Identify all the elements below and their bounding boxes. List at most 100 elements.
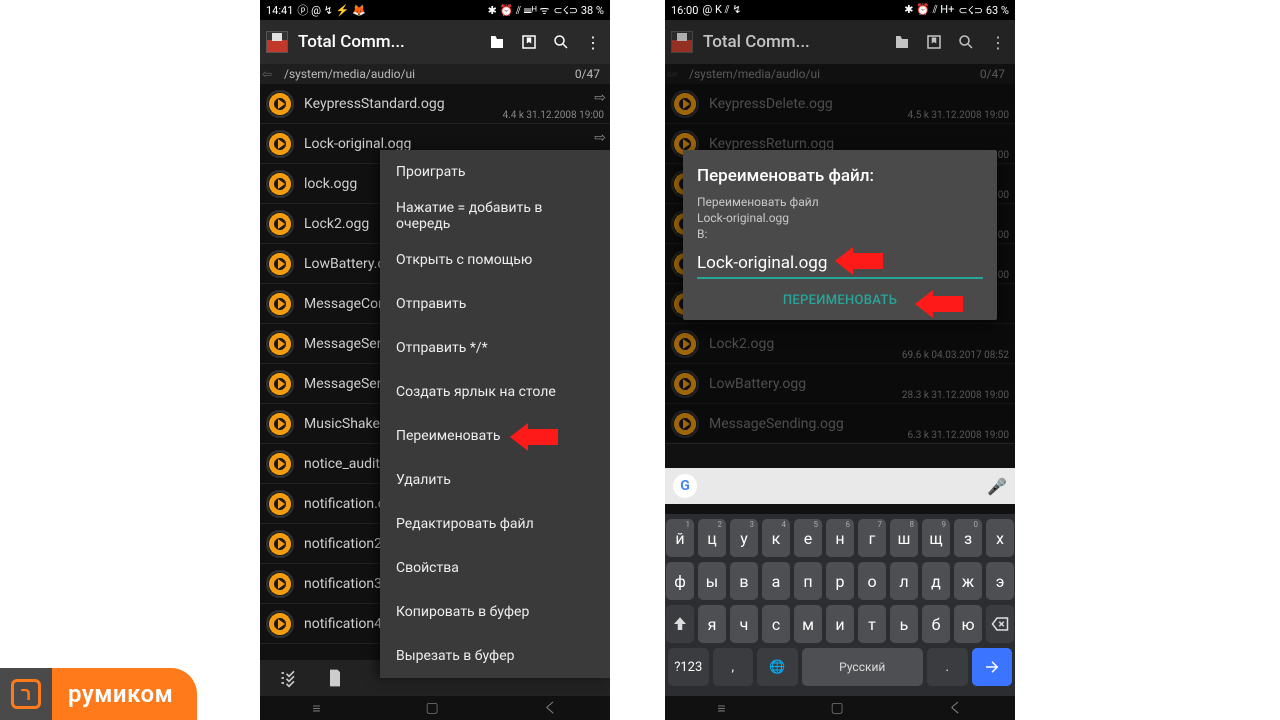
context-menu-item[interactable]: Свойства <box>380 546 610 590</box>
key-ф[interactable]: ф <box>666 562 694 600</box>
app-icon <box>671 31 693 53</box>
key-р[interactable]: р <box>826 562 854 600</box>
context-menu-item[interactable]: Проиграть <box>380 150 610 194</box>
recent-icon[interactable]: ≡ <box>312 700 320 717</box>
key-н[interactable]: н6 <box>826 519 854 557</box>
context-menu-item[interactable]: Редактировать файл <box>380 502 610 546</box>
search-icon[interactable] <box>550 31 572 53</box>
key-к[interactable]: к4 <box>762 519 790 557</box>
dialog-title: Переименовать файл: <box>697 166 983 186</box>
key-ц[interactable]: ц2 <box>698 519 726 557</box>
google-icon[interactable]: G <box>673 474 697 498</box>
key-г[interactable]: г7 <box>858 519 886 557</box>
audio-icon <box>266 570 294 598</box>
key-ш[interactable]: ш8 <box>890 519 918 557</box>
brand-badge: ר румиком <box>0 668 197 720</box>
suggestion-bar: G 🎤 <box>665 468 1015 504</box>
key-э[interactable]: э <box>986 562 1014 600</box>
key-о[interactable]: о <box>858 562 886 600</box>
file-icon[interactable] <box>324 667 346 689</box>
audio-icon <box>266 130 294 158</box>
key-symbols[interactable]: ?123 <box>668 648 709 686</box>
search-icon[interactable] <box>955 31 977 53</box>
key-comma[interactable]: , <box>713 648 754 686</box>
red-arrow <box>835 247 883 275</box>
home-icon[interactable]: ▢ <box>425 700 438 716</box>
audio-icon <box>266 410 294 438</box>
back-icon[interactable]: く <box>949 698 963 718</box>
key-л[interactable]: л <box>890 562 918 600</box>
context-menu-item[interactable]: Открыть с помощью <box>380 238 610 282</box>
context-menu-item[interactable]: Отправить <box>380 282 610 326</box>
context-menu-item[interactable]: Удалить <box>380 458 610 502</box>
breadcrumb[interactable]: ⇦ /system/media/audio/ui0/47 <box>260 64 610 84</box>
audio-icon <box>266 490 294 518</box>
key-backspace[interactable] <box>986 605 1014 643</box>
file-row[interactable]: KeypressStandard.ogg4.4 k 31.12.2008 19:… <box>260 84 610 124</box>
key-и[interactable]: и <box>826 605 854 643</box>
folder-icon[interactable] <box>891 31 913 53</box>
key-ы[interactable]: ы <box>698 562 726 600</box>
key-х[interactable]: х <box>986 519 1014 557</box>
key-ь[interactable]: ь <box>890 605 918 643</box>
key-я[interactable]: я <box>698 605 726 643</box>
key-в[interactable]: в <box>730 562 758 600</box>
context-menu-item[interactable]: Нажатие = добавить в очередь <box>380 194 610 238</box>
arrow-icon: ⇨ <box>594 90 606 106</box>
app-bar: Total Comm... ⋮ <box>260 20 610 64</box>
recent-icon[interactable]: ≡ <box>717 700 725 717</box>
key-ю[interactable]: ю <box>954 605 982 643</box>
overflow-icon[interactable]: ⋮ <box>987 31 1009 53</box>
red-arrow <box>915 290 963 318</box>
keyboard: й1ц2у3к4е5н6г7ш8щ9з0х фывапролджэ ячсмитьб… <box>665 514 1015 696</box>
status-bar: 16:00@ K ⫽ ↯ ✱ ⏰ ⫽ H+⊂☇⊃ 63 % <box>665 0 1015 20</box>
home-icon[interactable]: ▢ <box>830 700 843 716</box>
key-lang[interactable]: 🌐 <box>757 648 798 686</box>
app-title: Total Comm... <box>298 32 476 52</box>
key-д[interactable]: д <box>922 562 950 600</box>
context-menu-item[interactable]: Вырезать в буфер <box>380 634 610 678</box>
context-menu-item[interactable]: Копировать в буфер <box>380 590 610 634</box>
key-з[interactable]: з0 <box>954 519 982 557</box>
key-с[interactable]: с <box>762 605 790 643</box>
key-shift[interactable] <box>666 605 694 643</box>
mic-icon[interactable]: 🎤 <box>987 477 1007 496</box>
key-enter[interactable] <box>972 648 1013 686</box>
key-б[interactable]: б <box>922 605 950 643</box>
bookmark-icon[interactable] <box>923 31 945 53</box>
context-menu-item[interactable]: Отправить */* <box>380 326 610 370</box>
key-т[interactable]: т <box>858 605 886 643</box>
key-п[interactable]: п <box>794 562 822 600</box>
key-dot[interactable]: . <box>927 648 968 686</box>
rename-confirm-button[interactable]: ПЕРЕИМЕНОВАТЬ <box>783 293 897 308</box>
key-а[interactable]: а <box>762 562 790 600</box>
bookmark-icon[interactable] <box>518 31 540 53</box>
audio-icon <box>266 250 294 278</box>
overflow-icon[interactable]: ⋮ <box>582 31 604 53</box>
context-menu: ПроигратьНажатие = добавить в очередьОтк… <box>380 150 610 678</box>
file-meta: 4.4 k 31.12.2008 19:00 <box>502 110 604 121</box>
key-м[interactable]: м <box>794 605 822 643</box>
folder-icon[interactable] <box>486 31 508 53</box>
key-ж[interactable]: ж <box>954 562 982 600</box>
red-arrow <box>510 423 558 451</box>
audio-icon <box>266 170 294 198</box>
back-icon[interactable]: く <box>544 698 558 718</box>
phone-left: 14:41ⓟ @ ↯ ⚡ 🦊 ✱ ⏰ ⫽ ☰ᴴ ᯤ⊂☇⊃ 38 % Total … <box>260 0 610 720</box>
key-у[interactable]: у3 <box>730 519 758 557</box>
arrow-icon: ⇨ <box>594 130 606 146</box>
app-title: Total Comm... <box>703 32 881 52</box>
audio-icon <box>266 610 294 638</box>
audio-icon <box>266 210 294 238</box>
key-й[interactable]: й1 <box>666 519 694 557</box>
context-menu-item[interactable]: Переименовать <box>380 414 610 458</box>
key-щ[interactable]: щ9 <box>922 519 950 557</box>
dialog-sub: Переименовать файл Lock-original.ogg В: <box>697 194 983 243</box>
key-ч[interactable]: ч <box>730 605 758 643</box>
audio-icon <box>266 90 294 118</box>
audio-icon <box>266 530 294 558</box>
key-space[interactable]: Русский <box>802 648 924 686</box>
select-icon[interactable] <box>278 667 300 689</box>
context-menu-item[interactable]: Создать ярлык на столе <box>380 370 610 414</box>
key-е[interactable]: е5 <box>794 519 822 557</box>
